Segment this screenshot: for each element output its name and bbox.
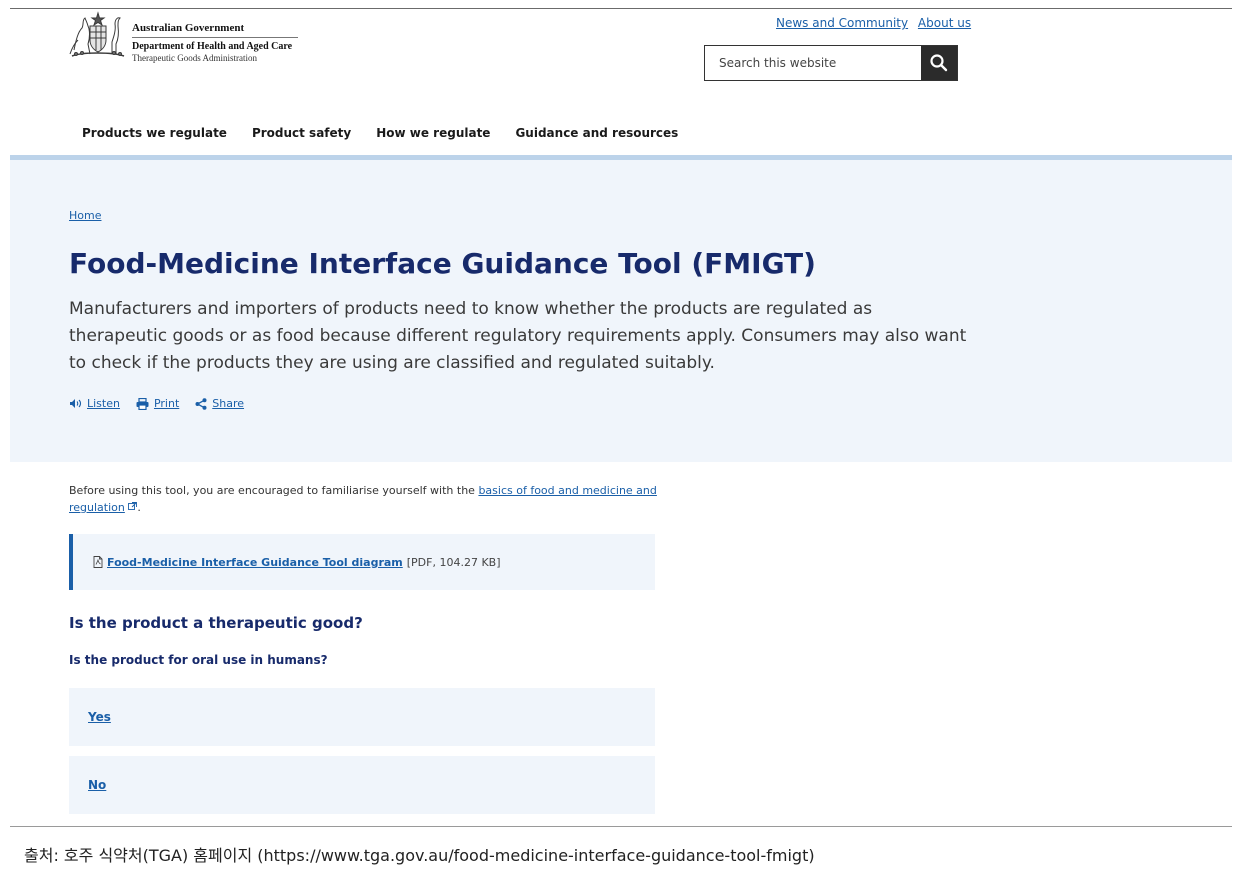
search-input[interactable] bbox=[705, 46, 921, 80]
department-name: Department of Health and Aged Care bbox=[132, 41, 293, 52]
speaker-icon bbox=[70, 399, 82, 408]
page-title: Food-Medicine Interface Guidance Tool (F… bbox=[69, 247, 816, 280]
share-icon bbox=[195, 397, 207, 410]
news-and-community-link[interactable]: News and Community bbox=[776, 16, 908, 30]
top-divider bbox=[10, 8, 1232, 9]
print-button[interactable]: Print bbox=[136, 397, 179, 410]
intro-note-period: . bbox=[137, 501, 141, 514]
nav-item-product-safety[interactable]: Product safety bbox=[252, 126, 351, 140]
intro-note-text: Before using this tool, you are encourag… bbox=[69, 484, 475, 497]
site-search bbox=[704, 45, 958, 81]
listen-button[interactable]: Listen bbox=[69, 397, 120, 410]
government-name: Australian Government bbox=[132, 22, 245, 34]
page-intro: Manufacturers and importers of products … bbox=[69, 299, 967, 373]
pdf-file-icon bbox=[93, 556, 103, 568]
nav-item-guidance-and-resources[interactable]: Guidance and resources bbox=[515, 126, 678, 140]
search-button[interactable] bbox=[921, 46, 957, 80]
agency-name: Therapeutic Goods Administration bbox=[132, 53, 257, 63]
fmigt-diagram-link[interactable]: Food-Medicine Interface Guidance Tool di… bbox=[107, 556, 403, 569]
page-hero: Home Food-Medicine Interface Guidance To… bbox=[10, 160, 1232, 462]
answer-yes-label: Yes bbox=[88, 710, 111, 724]
nav-item-products-we-regulate[interactable]: Products we regulate bbox=[82, 126, 227, 140]
answer-no-label: No bbox=[88, 778, 107, 792]
utility-links: News and Community About us bbox=[776, 16, 977, 30]
answer-yes-option[interactable]: Yes bbox=[69, 688, 655, 746]
share-label: Share bbox=[212, 397, 245, 410]
question-heading: Is the product a therapeutic good? bbox=[69, 614, 363, 632]
source-caption: 출처: 호주 식약처(TGA) 홈페이지 (https://www.tga.go… bbox=[24, 846, 815, 865]
page-actions: Listen Print Share bbox=[69, 397, 244, 410]
search-icon bbox=[930, 54, 948, 72]
breadcrumb-home[interactable]: Home bbox=[69, 209, 101, 222]
tool-intro-note: Before using this tool, you are encourag… bbox=[69, 482, 669, 516]
australian-coat-of-arms-icon bbox=[69, 11, 125, 57]
government-wordmark: Australian Government Department of Heal… bbox=[132, 21, 298, 64]
nav-item-how-we-regulate[interactable]: How we regulate bbox=[376, 126, 490, 140]
document-meta: [PDF, 104.27 KB] bbox=[406, 555, 501, 569]
document-callout: Food-Medicine Interface Guidance Tool di… bbox=[69, 534, 655, 590]
bottom-divider bbox=[10, 826, 1232, 827]
about-us-link[interactable]: About us bbox=[918, 16, 971, 30]
share-button[interactable]: Share bbox=[195, 397, 244, 410]
listen-label: Listen bbox=[87, 397, 120, 410]
print-label: Print bbox=[153, 397, 180, 410]
main-navigation: Products we regulate Product safety How … bbox=[82, 126, 678, 140]
wordmark-divider bbox=[132, 37, 298, 38]
question-subheading: Is the product for oral use in humans? bbox=[69, 653, 328, 667]
government-logo[interactable]: Australian Government Department of Heal… bbox=[68, 10, 308, 64]
answer-no-option[interactable]: No bbox=[69, 756, 655, 814]
printer-icon bbox=[136, 397, 149, 410]
